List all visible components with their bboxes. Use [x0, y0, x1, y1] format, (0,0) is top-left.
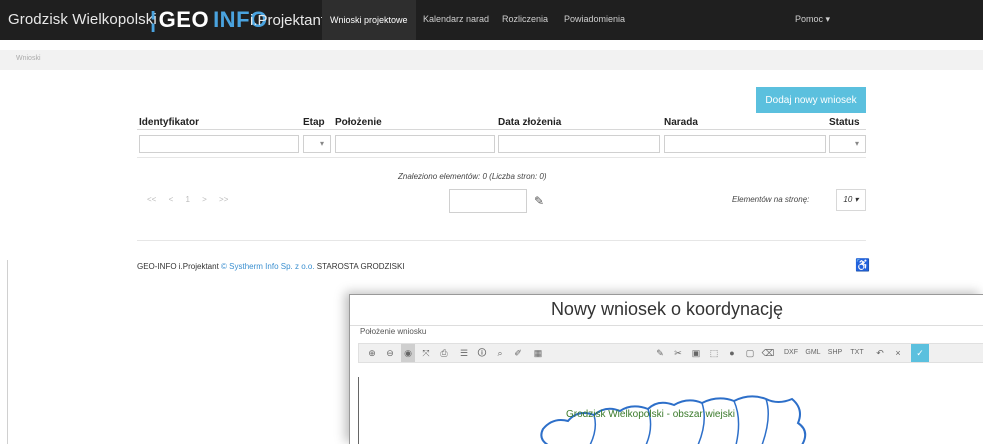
map-toolbar: ⊕ ⊖ ◉ ⤧ ⎙ ☰ 🛈 ⌕ ✐ ▦ ✎ ✂ ▣ ⬚ ● ▢ ⌫ DXF GM…	[358, 343, 983, 363]
top-navbar: Grodzisk Wielkopolski ¦GEO INFO i.Projekt…	[0, 0, 983, 40]
map-canvas[interactable]	[358, 369, 983, 444]
results-count: Znaleziono elementów: 0 (Liczba stron: 0…	[398, 172, 547, 181]
footer: GEO-INFO i.Projektant © Systherm Info Sp…	[137, 262, 405, 271]
column-header-identyfikator[interactable]: Identyfikator	[139, 117, 199, 128]
measure-icon[interactable]: ✐	[511, 344, 525, 362]
layers-list-icon[interactable]: ☰	[457, 344, 471, 362]
print-icon[interactable]: ⎙	[437, 344, 451, 362]
search-icon[interactable]: ⌕	[493, 344, 507, 362]
import-txt-button[interactable]: TXT	[847, 344, 867, 362]
zoom-in-icon[interactable]: ⊕	[365, 344, 379, 362]
filter-etap-select[interactable]: ▾	[303, 135, 331, 153]
nav-wnioski-projektowe[interactable]: Wnioski projektowe	[322, 0, 416, 40]
help-menu[interactable]: Pomoc ▾	[795, 14, 830, 25]
close-icon[interactable]: ×	[891, 344, 905, 362]
breadcrumb: Wnioski	[0, 50, 983, 70]
per-page-select[interactable]: 10 ▾	[836, 189, 866, 211]
nav-powiadomienia[interactable]: Powiadomienia	[564, 14, 625, 24]
page-number-input[interactable]	[449, 189, 527, 213]
logo-bar: ¦	[150, 7, 157, 32]
cut-icon[interactable]: ✂	[671, 344, 685, 362]
add-new-request-button[interactable]: Dodaj nowy wniosek	[756, 87, 866, 113]
pagination[interactable]: << < 1 > >>	[147, 195, 228, 204]
filter-identyfikator-input[interactable]	[139, 135, 299, 153]
import-dxf-button[interactable]: DXF	[781, 344, 801, 362]
column-header-narada[interactable]: Narada	[664, 117, 698, 128]
modal-title: Nowy wniosek o koordynację	[550, 299, 784, 319]
full-extent-icon[interactable]: ⤧	[419, 344, 433, 362]
draw-pencil-icon[interactable]: ✎	[653, 344, 667, 362]
left-divider	[7, 260, 8, 444]
modal-title-divider	[350, 325, 983, 326]
column-header-data-zlozenia[interactable]: Data złożenia	[498, 117, 561, 128]
breadcrumb-current: Wnioski	[16, 55, 41, 62]
edit-icon[interactable]: ✎	[528, 189, 550, 213]
eraser-icon[interactable]: ⌫	[761, 344, 775, 362]
footer-product: GEO-INFO i.Projektant	[137, 262, 219, 271]
filter-data-zlozenia-input[interactable]	[498, 135, 660, 153]
brand-product[interactable]: i.Projektant	[250, 12, 325, 29]
filter-row-divider	[137, 157, 866, 158]
copyright-icon: ©	[221, 262, 227, 271]
document-icon[interactable]: ▢	[743, 344, 757, 362]
footer-authority: STAROSTA GRODZISKI	[316, 262, 405, 271]
edit-shape-icon[interactable]: ⬚	[707, 344, 721, 362]
page: Grodzisk Wielkopolski ¦GEO INFO i.Projekt…	[0, 0, 983, 444]
new-request-modal: Nowy wniosek o koordynację Położenie wni…	[349, 294, 983, 444]
table-header-divider	[137, 129, 866, 130]
accessibility-icon[interactable]: ♿	[855, 258, 870, 272]
point-icon[interactable]: ●	[725, 344, 739, 362]
map-outline	[540, 395, 807, 444]
brand-city[interactable]: Grodzisk Wielkopolski	[8, 11, 157, 28]
confirm-icon[interactable]: ✓	[911, 344, 929, 362]
zoom-target-icon[interactable]: ◉	[401, 344, 415, 362]
zoom-out-icon[interactable]: ⊖	[383, 344, 397, 362]
footer-divider	[137, 240, 866, 241]
map-region-label: Grodzisk Wielkopolski - obszar wiejski	[566, 409, 735, 420]
import-shp-button[interactable]: SHP	[825, 344, 845, 362]
import-gml-button[interactable]: GML	[803, 344, 823, 362]
filter-status-select[interactable]: ▾	[829, 135, 866, 153]
map-left-border	[358, 377, 359, 444]
logo-geo: GEO	[158, 7, 210, 32]
filter-narada-input[interactable]	[664, 135, 826, 153]
info-icon[interactable]: 🛈	[475, 344, 489, 362]
filter-polozenie-input[interactable]	[335, 135, 495, 153]
nav-rozliczenia[interactable]: Rozliczenia	[502, 14, 548, 24]
footer-company-link[interactable]: Systherm Info Sp. z o.o.	[229, 262, 314, 271]
undo-icon[interactable]: ↶	[873, 344, 887, 362]
column-header-polozenie[interactable]: Położenie	[335, 117, 382, 128]
location-label: Położenie wniosku	[360, 327, 427, 336]
nav-kalendarz-narad[interactable]: Kalendarz narad	[423, 14, 489, 24]
column-header-etap[interactable]: Etap	[303, 117, 325, 128]
select-area-icon[interactable]: ▣	[689, 344, 703, 362]
column-header-status[interactable]: Status	[829, 117, 860, 128]
per-page-label: Elementów na stronę:	[732, 195, 810, 204]
map-grid-icon[interactable]: ▦	[531, 344, 545, 362]
